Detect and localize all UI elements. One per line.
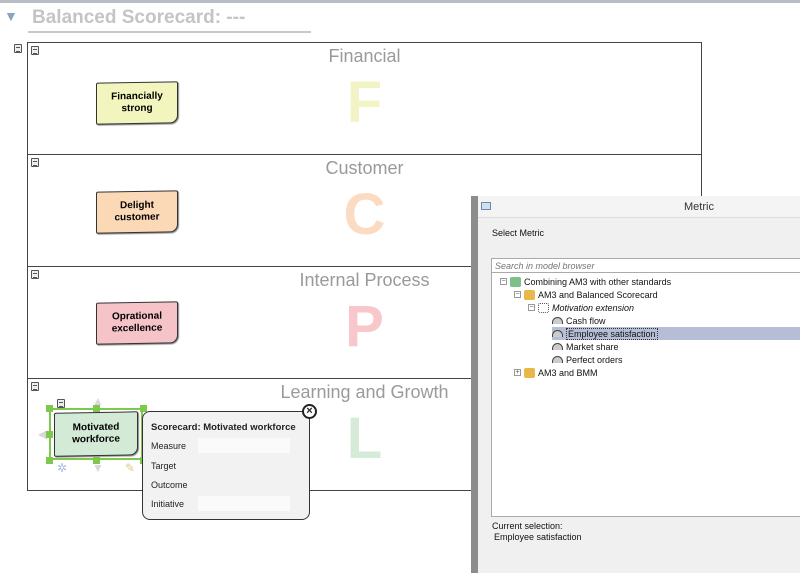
selection-box	[49, 408, 143, 460]
initiative-label: Initiative	[151, 499, 185, 509]
gear-icon[interactable]: ✲	[57, 461, 67, 475]
wand-icon[interactable]: ✎	[125, 461, 135, 475]
package-icon	[524, 289, 535, 300]
select-metric-label: Select Metric	[492, 228, 545, 238]
dialog-titlebar[interactable]: Metric	[478, 196, 800, 218]
tree-node[interactable]: Cash flow	[552, 314, 606, 327]
resize-handle[interactable]	[46, 457, 53, 464]
outcome-label: Outcome	[151, 480, 188, 490]
metric-gauge-icon	[552, 356, 563, 363]
tree-node[interactable]: Perfect orders	[552, 353, 623, 366]
tree-node[interactable]: + AM3 and BMM	[514, 366, 598, 379]
scorecard-popup: × Scorecard: Motivated workforce Measure…	[142, 404, 317, 520]
lane-title: Customer	[325, 158, 404, 178]
package-icon	[524, 367, 535, 378]
tree-label: Employee satisfaction	[566, 327, 658, 340]
metric-dialog: Metric Select Metric −Combining AM3 with…	[471, 196, 800, 573]
document-icon[interactable]	[57, 399, 65, 408]
tree-label: Motivation extension	[552, 302, 635, 313]
collapse-toggle[interactable]: −	[514, 291, 521, 298]
collapse-toggle[interactable]: −	[528, 304, 535, 311]
tree-node[interactable]: Market share	[552, 340, 619, 353]
search-input[interactable]	[491, 258, 800, 273]
page-title: Balanced Scorecard: ---	[32, 7, 246, 28]
resize-handle[interactable]	[93, 457, 100, 464]
model-icon	[510, 276, 521, 287]
top-border	[0, 0, 800, 3]
resize-handle[interactable]	[93, 405, 100, 412]
tree-node-selected[interactable]: Employee satisfaction	[552, 327, 800, 340]
collapse-toggle[interactable]: −	[500, 278, 507, 285]
tree-label: Perfect orders	[566, 354, 623, 365]
current-selection-label: Current selection:	[492, 521, 563, 531]
tree-label: Combining AM3 with other standards	[524, 276, 672, 287]
current-selection: Current selection: Employee satisfaction	[492, 521, 582, 543]
sticky-note[interactable]: Delight customer	[96, 190, 178, 234]
tree-node[interactable]: − AM3 and Balanced Scorecard	[514, 288, 658, 301]
extension-icon	[538, 302, 549, 313]
lane-financial[interactable]: Financial F Financially strong	[27, 42, 702, 155]
sticky-note[interactable]: Financially strong	[96, 81, 178, 125]
resize-handle[interactable]	[46, 405, 53, 412]
metric-gauge-icon	[552, 317, 563, 324]
lane-title: Financial	[328, 46, 401, 66]
current-selection-value: Employee satisfaction	[494, 532, 582, 542]
collapse-triangle-icon[interactable]: ▼	[4, 8, 18, 24]
close-icon[interactable]: ×	[302, 404, 317, 419]
metric-gauge-icon	[552, 330, 563, 337]
tree-node[interactable]: − Motivation extension	[528, 301, 634, 314]
sticky-note[interactable]: Oprational excellence	[96, 301, 178, 345]
title-underline	[28, 31, 311, 33]
metric-gauge-icon	[552, 343, 563, 350]
resize-handle[interactable]	[46, 431, 53, 438]
document-icon[interactable]	[14, 44, 22, 53]
initiative-input[interactable]	[198, 496, 290, 511]
tree-label: Market share	[566, 341, 619, 352]
dialog-title: Metric	[684, 201, 714, 213]
tree-label: Cash flow	[566, 315, 606, 326]
tree-label: AM3 and Balanced Scorecard	[538, 289, 658, 300]
model-tree[interactable]: − Combining AM3 with other standards − AM3…	[491, 273, 800, 517]
target-label: Target	[151, 461, 177, 471]
tree-node[interactable]: − Combining AM3 with other standards	[500, 275, 671, 288]
expand-toggle[interactable]: +	[514, 369, 521, 376]
popup-title: Scorecard: Motivated workforce	[151, 422, 296, 433]
measure-input[interactable]	[198, 438, 290, 453]
measure-label: Measure	[151, 441, 187, 451]
tree-label: AM3 and BMM	[538, 367, 598, 378]
